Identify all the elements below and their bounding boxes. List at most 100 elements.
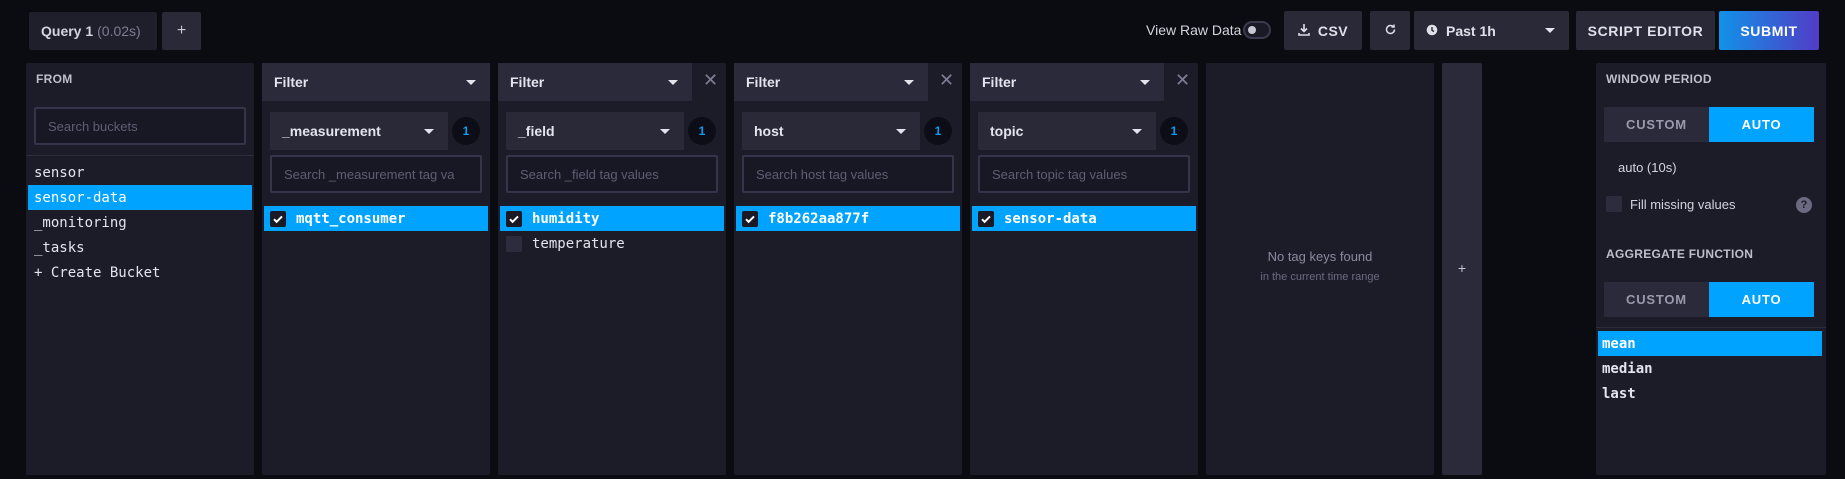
- tag-key-label: topic: [990, 123, 1024, 139]
- fill-missing-option[interactable]: Fill missing values: [1606, 196, 1735, 212]
- download-icon: [1298, 23, 1310, 39]
- bucket-item-label: _tasks: [34, 239, 85, 256]
- close-icon[interactable]: ✕: [703, 70, 718, 91]
- filter-function-dropdown[interactable]: Filter: [970, 63, 1164, 101]
- tag-value-label: humidity: [532, 210, 600, 227]
- help-icon[interactable]: ?: [1796, 197, 1812, 213]
- tag-value-item[interactable]: f8b262aa877f: [736, 206, 960, 231]
- function-item-label: last: [1602, 385, 1636, 402]
- checkbox-checked-icon: [506, 210, 522, 227]
- tag-value-item[interactable]: sensor-data: [972, 206, 1196, 231]
- from-title: FROM: [36, 72, 73, 86]
- tag-key-dropdown[interactable]: host: [742, 112, 920, 150]
- selected-count-badge: 1: [924, 117, 952, 145]
- checkbox-unchecked-icon: [506, 235, 522, 252]
- function-custom-button[interactable]: CUSTOM: [1604, 282, 1709, 317]
- function-auto-button[interactable]: AUTO: [1709, 282, 1814, 317]
- bucket-item-monitoring[interactable]: _monitoring: [28, 210, 252, 235]
- tag-key-dropdown[interactable]: topic: [978, 112, 1156, 150]
- function-item-last[interactable]: last: [1598, 381, 1822, 406]
- tag-value-search-input[interactable]: Search _measurement tag va: [270, 155, 482, 193]
- bucket-item-sensor[interactable]: sensor: [28, 160, 252, 185]
- checkbox-checked-icon: [978, 210, 994, 227]
- bucket-item-label: sensor-data: [34, 189, 127, 206]
- csv-button[interactable]: CSV: [1284, 11, 1362, 50]
- bucket-item-tasks[interactable]: _tasks: [28, 235, 252, 260]
- selected-count-badge: 1: [688, 117, 716, 145]
- query-tab[interactable]: Query 1 (0.02s): [29, 12, 157, 50]
- create-bucket-label: + Create Bucket: [34, 264, 161, 281]
- tag-value-search-input[interactable]: Search host tag values: [742, 155, 954, 193]
- window-custom-button[interactable]: CUSTOM: [1604, 107, 1709, 142]
- bucket-search-input[interactable]: Search buckets: [34, 107, 246, 145]
- tag-key-dropdown[interactable]: _field: [506, 112, 684, 150]
- empty-state-subtitle: in the current time range: [1260, 271, 1380, 283]
- function-item-label: median: [1602, 360, 1653, 377]
- bucket-list: sensor sensor-data _monitoring _tasks + …: [28, 160, 252, 285]
- tag-key-dropdown[interactable]: _measurement: [270, 112, 448, 150]
- tag-value-item[interactable]: mqtt_consumer: [264, 206, 488, 231]
- refresh-icon: [1384, 23, 1397, 39]
- bucket-item-label: sensor: [34, 164, 85, 181]
- tag-value-search-input[interactable]: Search _field tag values: [506, 155, 718, 193]
- window-period-value: auto (10s): [1618, 160, 1677, 175]
- bucket-item-sensor-data[interactable]: sensor-data: [28, 185, 252, 210]
- tag-key-label: host: [754, 123, 784, 139]
- from-panel: FROM Search buckets sensor sensor-data _…: [26, 63, 254, 475]
- tag-value-label: mqtt_consumer: [296, 210, 406, 227]
- add-query-button[interactable]: +: [162, 12, 201, 50]
- chevron-down-icon: [904, 80, 914, 85]
- window-auto-button[interactable]: AUTO: [1709, 107, 1814, 142]
- view-raw-data-toggle[interactable]: [1243, 21, 1271, 39]
- selected-count-badge: 1: [1160, 117, 1188, 145]
- filter-function-dropdown[interactable]: Filter: [734, 63, 928, 101]
- tag-value-search-placeholder: Search topic tag values: [992, 166, 1128, 182]
- close-icon[interactable]: ✕: [1175, 70, 1190, 91]
- filter-function-dropdown[interactable]: Filter: [262, 63, 490, 101]
- tag-value-search-placeholder: Search _field tag values: [520, 166, 659, 182]
- add-filter-button[interactable]: +: [1442, 63, 1482, 475]
- divider: [1596, 327, 1826, 328]
- filter-function-dropdown[interactable]: Filter: [498, 63, 692, 101]
- divider: [26, 155, 254, 156]
- aggregate-function-title: AGGREGATE FUNCTION: [1606, 247, 1754, 261]
- script-editor-button[interactable]: SCRIPT EDITOR: [1576, 11, 1715, 50]
- tag-value-list: sensor-data: [972, 206, 1196, 231]
- tag-value-label: sensor-data: [1004, 210, 1097, 227]
- function-item-label: mean: [1602, 335, 1636, 352]
- tag-value-item[interactable]: temperature: [500, 231, 724, 256]
- filter-label: Filter: [982, 74, 1017, 90]
- checkbox-unchecked-icon: [1606, 196, 1622, 212]
- tag-value-label: f8b262aa877f: [768, 210, 870, 227]
- tag-value-search-placeholder: Search _measurement tag va: [284, 166, 455, 182]
- submit-button[interactable]: SUBMIT: [1719, 11, 1819, 50]
- filter-panel-host: Filter ✕ host 1 Search host tag values f…: [734, 63, 962, 475]
- tag-value-list: f8b262aa877f: [736, 206, 960, 231]
- window-period-toggle: CUSTOM AUTO: [1604, 107, 1814, 142]
- refresh-button[interactable]: [1370, 11, 1410, 50]
- function-item-mean[interactable]: mean: [1598, 331, 1822, 356]
- chevron-down-icon: [896, 129, 906, 134]
- query-tab-label: Query 1: [41, 23, 94, 39]
- aggregate-panel: WINDOW PERIOD CUSTOM AUTO auto (10s) Fil…: [1596, 63, 1826, 475]
- clock-icon: [1426, 23, 1438, 39]
- time-range-dropdown[interactable]: Past 1h: [1414, 11, 1569, 50]
- tag-value-list: mqtt_consumer: [264, 206, 488, 231]
- toggle-knob: [1248, 26, 1256, 34]
- csv-label: CSV: [1317, 22, 1349, 39]
- filter-label: Filter: [746, 74, 781, 90]
- view-raw-data-label: View Raw Data: [1146, 22, 1242, 38]
- tag-key-label: _measurement: [282, 123, 381, 139]
- tag-value-item[interactable]: humidity: [500, 206, 724, 231]
- chevron-down-icon: [466, 80, 476, 85]
- chevron-down-icon: [424, 129, 434, 134]
- filter-panel-topic: Filter ✕ topic 1 Search topic tag values…: [970, 63, 1198, 475]
- tag-value-search-input[interactable]: Search topic tag values: [978, 155, 1190, 193]
- close-icon[interactable]: ✕: [939, 70, 954, 91]
- selected-count-badge: 1: [452, 117, 480, 145]
- tag-key-label: _field: [518, 123, 555, 139]
- function-item-median[interactable]: median: [1598, 356, 1822, 381]
- filter-label: Filter: [274, 74, 309, 90]
- create-bucket-link[interactable]: + Create Bucket: [28, 260, 252, 285]
- checkbox-checked-icon: [270, 210, 286, 227]
